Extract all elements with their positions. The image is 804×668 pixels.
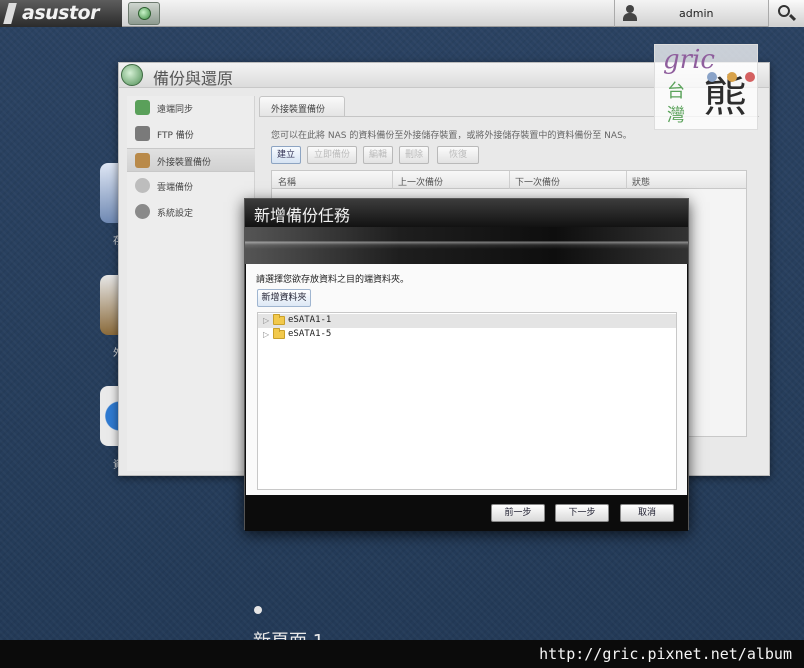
sidebar-item-remote-sync[interactable]: 遠端同步 <box>127 96 255 120</box>
new-backup-task-dialog: 新增備份任務 請選擇您欲存放資料之目的端資料夾。 新增資料夾 ▷ eSATA1-… <box>244 198 689 531</box>
restore-button[interactable]: 恢復 <box>437 146 479 164</box>
dialog-banner <box>245 227 688 264</box>
tab-label: 外接裝置備份 <box>271 105 326 115</box>
instruction-text: 請選擇您欲存放資料之目的端資料夾。 <box>256 275 410 285</box>
table-header: 名稱 上一次備份 下一次備份 狀態 <box>272 171 746 189</box>
dialog-footer: 前一步 下一步 取消 <box>245 495 688 531</box>
sidebar-item-label: 外接裝置備份 <box>157 158 212 168</box>
external-drive-icon <box>135 153 150 168</box>
sidebar-item-system-settings[interactable]: 系統設定 <box>127 200 255 224</box>
sidebar-item-ftp-backup[interactable]: FTP 備份 <box>127 122 255 146</box>
top-bar: asustor admin <box>0 0 804 27</box>
sync-icon <box>135 100 150 115</box>
sidebar-item-label: 遠端同步 <box>157 105 194 115</box>
sidebar-item-label: 系統設定 <box>157 209 194 219</box>
cancel-button[interactable]: 取消 <box>620 504 674 522</box>
cloud-icon <box>135 178 150 193</box>
folder-icon <box>273 314 285 325</box>
column-header-name[interactable]: 名稱 <box>278 175 296 188</box>
next-button[interactable]: 下一步 <box>555 504 609 522</box>
create-button[interactable]: 建立 <box>271 146 301 164</box>
sidebar-item-cloud-backup[interactable]: 雲端備份 <box>127 174 255 198</box>
expand-arrow-icon[interactable]: ▷ <box>263 316 269 325</box>
folder-tree-item[interactable]: ▷ eSATA1-5 <box>258 328 676 342</box>
folder-icon <box>273 328 285 339</box>
description-text: 您可以在此將 NAS 的資料備份至外接儲存裝置，或將外接儲存裝置中的資料備份至 … <box>271 131 632 141</box>
delete-button[interactable]: 刪除 <box>399 146 429 164</box>
folder-tree-item[interactable]: ▷ eSATA1-1 <box>258 314 676 328</box>
username-label: admin <box>679 7 714 20</box>
sidebar-item-label: FTP 備份 <box>157 131 194 141</box>
dialog-body: 請選擇您欲存放資料之目的端資料夾。 新增資料夾 ▷ eSATA1-1 ▷ eSA… <box>246 264 687 495</box>
ftp-icon <box>135 126 150 141</box>
column-header-next-backup[interactable]: 下一次備份 <box>515 175 560 188</box>
gric-watermark-logo: gric 台 灣 熊 <box>654 44 758 130</box>
window-title: 備份與還原 <box>153 69 234 88</box>
edit-button[interactable]: 編輯 <box>363 146 393 164</box>
new-folder-button[interactable]: 新增資料夾 <box>257 289 311 307</box>
dialog-titlebar[interactable]: 新增備份任務 <box>245 199 688 227</box>
folder-name: eSATA1-1 <box>288 315 332 325</box>
previous-button[interactable]: 前一步 <box>491 504 545 522</box>
column-header-last-backup[interactable]: 上一次備份 <box>398 175 443 188</box>
backup-now-button[interactable]: 立即備份 <box>307 146 357 164</box>
column-header-status[interactable]: 狀態 <box>632 175 650 188</box>
dialog-title: 新增備份任務 <box>254 206 351 225</box>
gear-icon <box>135 204 150 219</box>
sidebar: 遠端同步 FTP 備份 外接裝置備份 雲端備份 系統設定 <box>127 96 255 471</box>
user-icon <box>621 4 639 22</box>
asustor-logo: asustor <box>0 0 122 27</box>
backup-app-icon <box>121 64 143 86</box>
expand-arrow-icon[interactable]: ▷ <box>263 330 269 339</box>
page-indicator-dot[interactable] <box>254 606 262 614</box>
folder-name: eSATA1-5 <box>288 329 332 339</box>
folder-tree: ▷ eSATA1-1 ▷ eSATA1-5 <box>257 312 677 490</box>
user-menu[interactable]: admin <box>614 0 768 27</box>
url-footer: http://gric.pixnet.net/album <box>0 640 804 668</box>
backup-app-taskbar-button[interactable] <box>128 2 160 25</box>
search-button[interactable] <box>768 0 804 27</box>
logo-text: asustor <box>22 2 99 24</box>
sidebar-item-label: 雲端備份 <box>157 183 194 193</box>
album-url: http://gric.pixnet.net/album <box>539 645 792 663</box>
tab-external-backup[interactable]: 外接裝置備份 <box>259 96 345 116</box>
sidebar-item-external-backup[interactable]: 外接裝置備份 <box>127 148 255 172</box>
